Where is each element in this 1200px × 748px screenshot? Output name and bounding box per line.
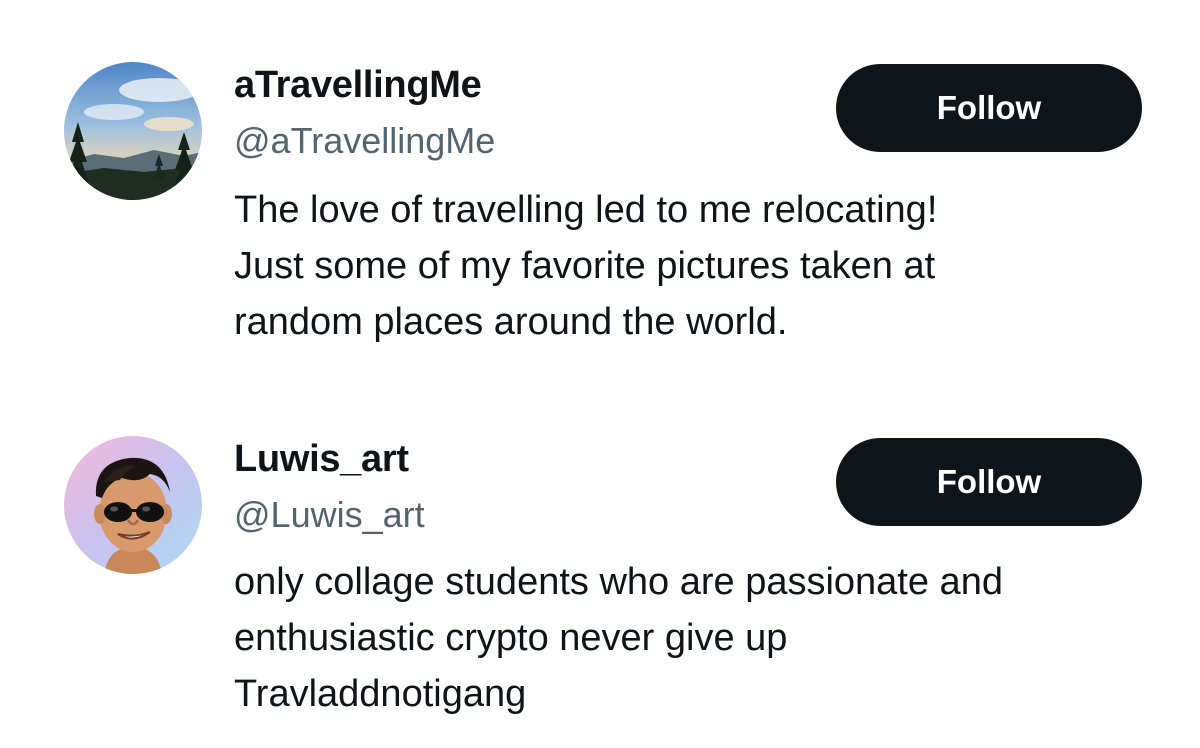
follow-button[interactable]: Follow	[836, 64, 1142, 152]
user-cell[interactable]: aTravellingMe @aTravellingMe Follow The …	[0, 0, 1200, 374]
display-name[interactable]: Luwis_art	[234, 436, 409, 482]
landscape-photo-avatar-icon	[64, 62, 202, 200]
who-to-follow-list: aTravellingMe @aTravellingMe Follow The …	[0, 0, 1200, 748]
display-name[interactable]: aTravellingMe	[234, 62, 482, 108]
avatar[interactable]	[64, 62, 202, 200]
avatar[interactable]	[64, 436, 202, 574]
follow-button[interactable]: Follow	[836, 438, 1142, 526]
user-handle[interactable]: @Luwis_art	[234, 493, 425, 537]
user-cell[interactable]: Luwis_art @Luwis_art Follow only collage…	[0, 374, 1200, 748]
user-handle[interactable]: @aTravellingMe	[234, 119, 495, 163]
user-bio: only collage students who are passionate…	[234, 561, 1003, 715]
user-bio: The love of travelling led to me relocat…	[234, 189, 938, 343]
cartoon-face-avatar-icon	[64, 436, 202, 574]
